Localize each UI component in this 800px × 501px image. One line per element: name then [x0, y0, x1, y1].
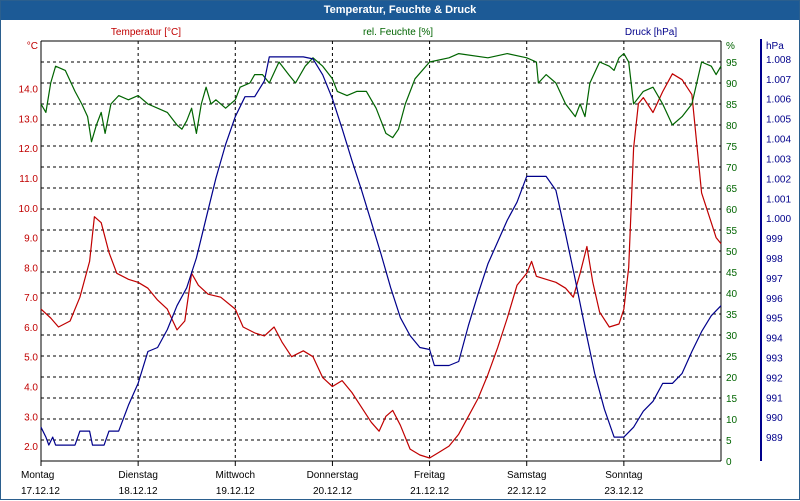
temperature-tick-label: 8.0	[24, 263, 38, 274]
temperature-tick-label: 14.0	[19, 85, 39, 96]
humidity-tick-label: 25	[726, 352, 738, 363]
temperature-tick-label: 9.0	[24, 234, 38, 245]
humidity-tick-label: 90	[726, 79, 738, 90]
humidity-axis-title: rel. Feuchte [%]	[363, 27, 433, 38]
humidity-tick-label: 35	[726, 310, 738, 321]
humidity-tick-label: 5	[726, 436, 732, 447]
x-tick-label-day: Donnerstag	[307, 470, 359, 481]
pressure-tick-label: 1.006	[766, 95, 791, 106]
temperature-tick-label: 5.0	[24, 353, 38, 364]
pressure-tick-label: 1.008	[766, 55, 791, 66]
pressure-tick-label: 1.005	[766, 115, 791, 126]
pressure-tick-label: 995	[766, 314, 783, 325]
humidity-tick-label: 65	[726, 184, 738, 195]
pressure-tick-label: 1.003	[766, 154, 791, 165]
temperature-tick-label: 3.0	[24, 412, 38, 423]
humidity-tick-label: 75	[726, 142, 738, 153]
pressure-tick-label: 997	[766, 274, 783, 285]
x-tick-label-date: 17.12.12	[21, 486, 60, 497]
pressure-tick-label: 1.004	[766, 135, 791, 146]
temperature-tick-label: 12.0	[19, 144, 39, 155]
x-tick-label-date: 21.12.12	[410, 486, 449, 497]
x-tick-label-day: Dienstag	[118, 470, 157, 481]
temperature-tick-label: 2.0	[24, 442, 38, 453]
humidity-tick-label: 0	[726, 457, 732, 468]
humidity-tick-label: 15	[726, 394, 738, 405]
chart-window: Temperatur, Feuchte & Druck Montag 17.12.…	[0, 0, 800, 500]
pressure-tick-label: 1.002	[766, 174, 791, 185]
x-tick-label-day: Sonntag	[605, 470, 642, 481]
humidity-tick-label: 30	[726, 331, 738, 342]
humidity-tick-label: 20	[726, 373, 738, 384]
pressure-tick-label: 1.007	[766, 75, 791, 86]
humidity-tick-label: 85	[726, 100, 738, 111]
x-tick-label-day: Samstag	[507, 470, 546, 481]
x-tick-label-day: Montag	[21, 470, 54, 481]
x-tick-label-date: 23.12.12	[604, 486, 643, 497]
humidity-tick-label: 40	[726, 289, 738, 300]
temperature-tick-label: 6.0	[24, 323, 38, 334]
x-tick-label-date: 19.12.12	[216, 486, 255, 497]
x-tick-label-date: 18.12.12	[119, 486, 158, 497]
pressure-tick-label: hPa	[766, 41, 784, 52]
pressure-tick-label: 994	[766, 334, 783, 345]
x-tick-label-date: 20.12.12	[313, 486, 352, 497]
temperature-tick-label: 11.0	[19, 174, 38, 185]
temperature-tick-label: 10.0	[19, 204, 39, 215]
x-tick-label-day: Freitag	[414, 470, 445, 481]
x-tick-label-date: 22.12.12	[507, 486, 546, 497]
pressure-tick-label: 996	[766, 294, 783, 305]
pressure-tick-label: 1.001	[766, 194, 791, 205]
humidity-tick-label: %	[726, 41, 735, 52]
temperature-tick-label: 7.0	[24, 293, 38, 304]
humidity-tick-label: 45	[726, 268, 738, 279]
x-tick-label-day: Mittwoch	[216, 470, 255, 481]
pressure-tick-label: 989	[766, 433, 783, 444]
temperature-unit-label: °C	[27, 41, 38, 52]
humidity-tick-label: 60	[726, 205, 738, 216]
pressure-tick-label: 999	[766, 234, 783, 245]
pressure-tick-label: 998	[766, 254, 783, 265]
humidity-tick-label: 10	[726, 415, 738, 426]
humidity-tick-label: 95	[726, 58, 738, 69]
temperature-tick-label: 13.0	[19, 114, 39, 125]
pressure-tick-label: 991	[766, 393, 783, 404]
pressure-axis-title: Druck [hPa]	[625, 27, 677, 38]
humidity-tick-label: 80	[726, 121, 738, 132]
pressure-tick-label: 990	[766, 413, 783, 424]
weather-chart: Montag 17.12.12 Dienstag 18.12.12 Mittwoch 19…	[19, 27, 792, 497]
humidity-tick-label: 55	[726, 226, 738, 237]
temperature-axis-title: Temperatur [°C]	[111, 27, 181, 38]
pressure-tick-label: 1.000	[766, 214, 791, 225]
pressure-tick-label: 992	[766, 373, 783, 384]
pressure-tick-label: 993	[766, 353, 783, 364]
humidity-tick-label: 70	[726, 163, 738, 174]
humidity-tick-label: 50	[726, 247, 738, 258]
temperature-tick-label: 4.0	[24, 383, 38, 394]
